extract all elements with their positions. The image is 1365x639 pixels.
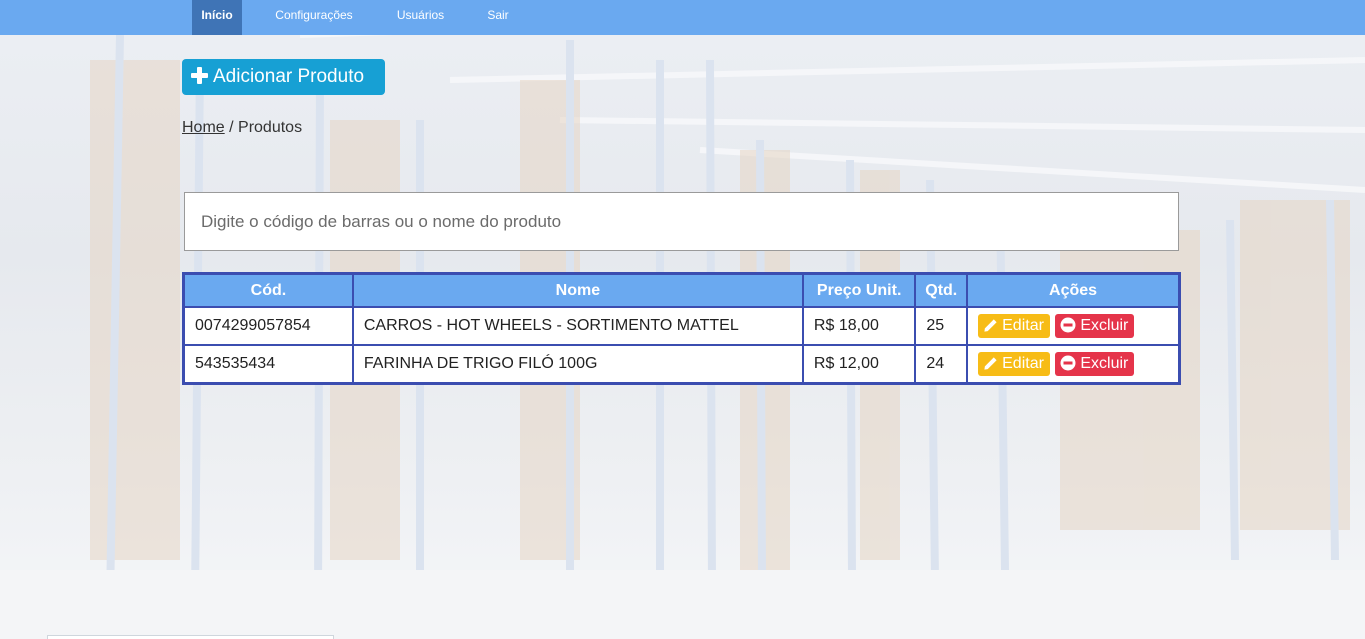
delete-button-label: Excluir: [1080, 317, 1129, 334]
table-row: 543535434 FARINHA DE TRIGO FILÓ 100G R$ …: [182, 344, 1181, 385]
column-header-qtd: Qtd.: [914, 272, 969, 308]
table-row: 0074299057854 CARROS - HOT WHEELS - SORT…: [182, 306, 1181, 346]
cell-nome: FARINHA DE TRIGO FILÓ 100G: [351, 344, 804, 385]
cell-cod: 0074299057854: [182, 306, 354, 346]
column-header-acoes: Ações: [966, 272, 1181, 308]
pencil-icon: [984, 319, 997, 332]
cell-preco: R$ 12,00: [801, 344, 917, 385]
nav-item-sair[interactable]: Sair: [478, 0, 518, 35]
pencil-icon: [984, 357, 997, 370]
column-header-cod: Cód.: [182, 272, 354, 308]
product-search-input[interactable]: [184, 192, 1179, 251]
cell-nome: CARROS - HOT WHEELS - SORTIMENTO MATTEL: [351, 306, 804, 346]
table-header-row: Cód. Nome Preço Unit. Qtd. Ações: [182, 272, 1181, 308]
nav-item-inicio[interactable]: Início: [192, 0, 242, 35]
plus-icon: [191, 67, 208, 84]
edit-button-label: Editar: [1002, 355, 1044, 372]
minus-circle-icon: [1060, 355, 1076, 371]
edit-button[interactable]: Editar: [978, 352, 1050, 376]
edit-button[interactable]: Editar: [978, 314, 1050, 338]
column-header-nome: Nome: [351, 272, 804, 308]
delete-button-label: Excluir: [1080, 355, 1129, 372]
nav-item-usuarios[interactable]: Usuários: [387, 0, 454, 35]
breadcrumb: Home / Produtos: [182, 119, 302, 137]
products-table: Cód. Nome Preço Unit. Qtd. Ações 0074299…: [182, 272, 1181, 385]
edit-button-label: Editar: [1002, 317, 1044, 334]
cell-preco: R$ 18,00: [801, 306, 917, 346]
delete-button[interactable]: Excluir: [1055, 314, 1135, 338]
column-header-preco: Preço Unit.: [801, 272, 917, 308]
breadcrumb-current: Produtos: [238, 119, 303, 136]
cell-actions: Editar Excluir: [966, 344, 1181, 385]
delete-button[interactable]: Excluir: [1055, 352, 1135, 376]
breadcrumb-separator: /: [224, 119, 239, 136]
cell-qtd: 24: [914, 344, 969, 385]
nav-item-configuracoes[interactable]: Configurações: [266, 0, 362, 35]
minus-circle-icon: [1060, 317, 1076, 333]
add-product-button[interactable]: Adicionar Produto: [182, 59, 385, 95]
bottom-panel-edge: [47, 635, 334, 639]
add-product-label: Adicionar Produto: [213, 66, 365, 87]
cell-cod: 543535434: [182, 344, 354, 385]
breadcrumb-home-link[interactable]: Home: [182, 119, 225, 136]
cell-qtd: 25: [914, 306, 969, 346]
cell-actions: Editar Excluir: [966, 306, 1181, 346]
top-navigation-bar: Início Configurações Usuários Sair: [0, 0, 1365, 35]
